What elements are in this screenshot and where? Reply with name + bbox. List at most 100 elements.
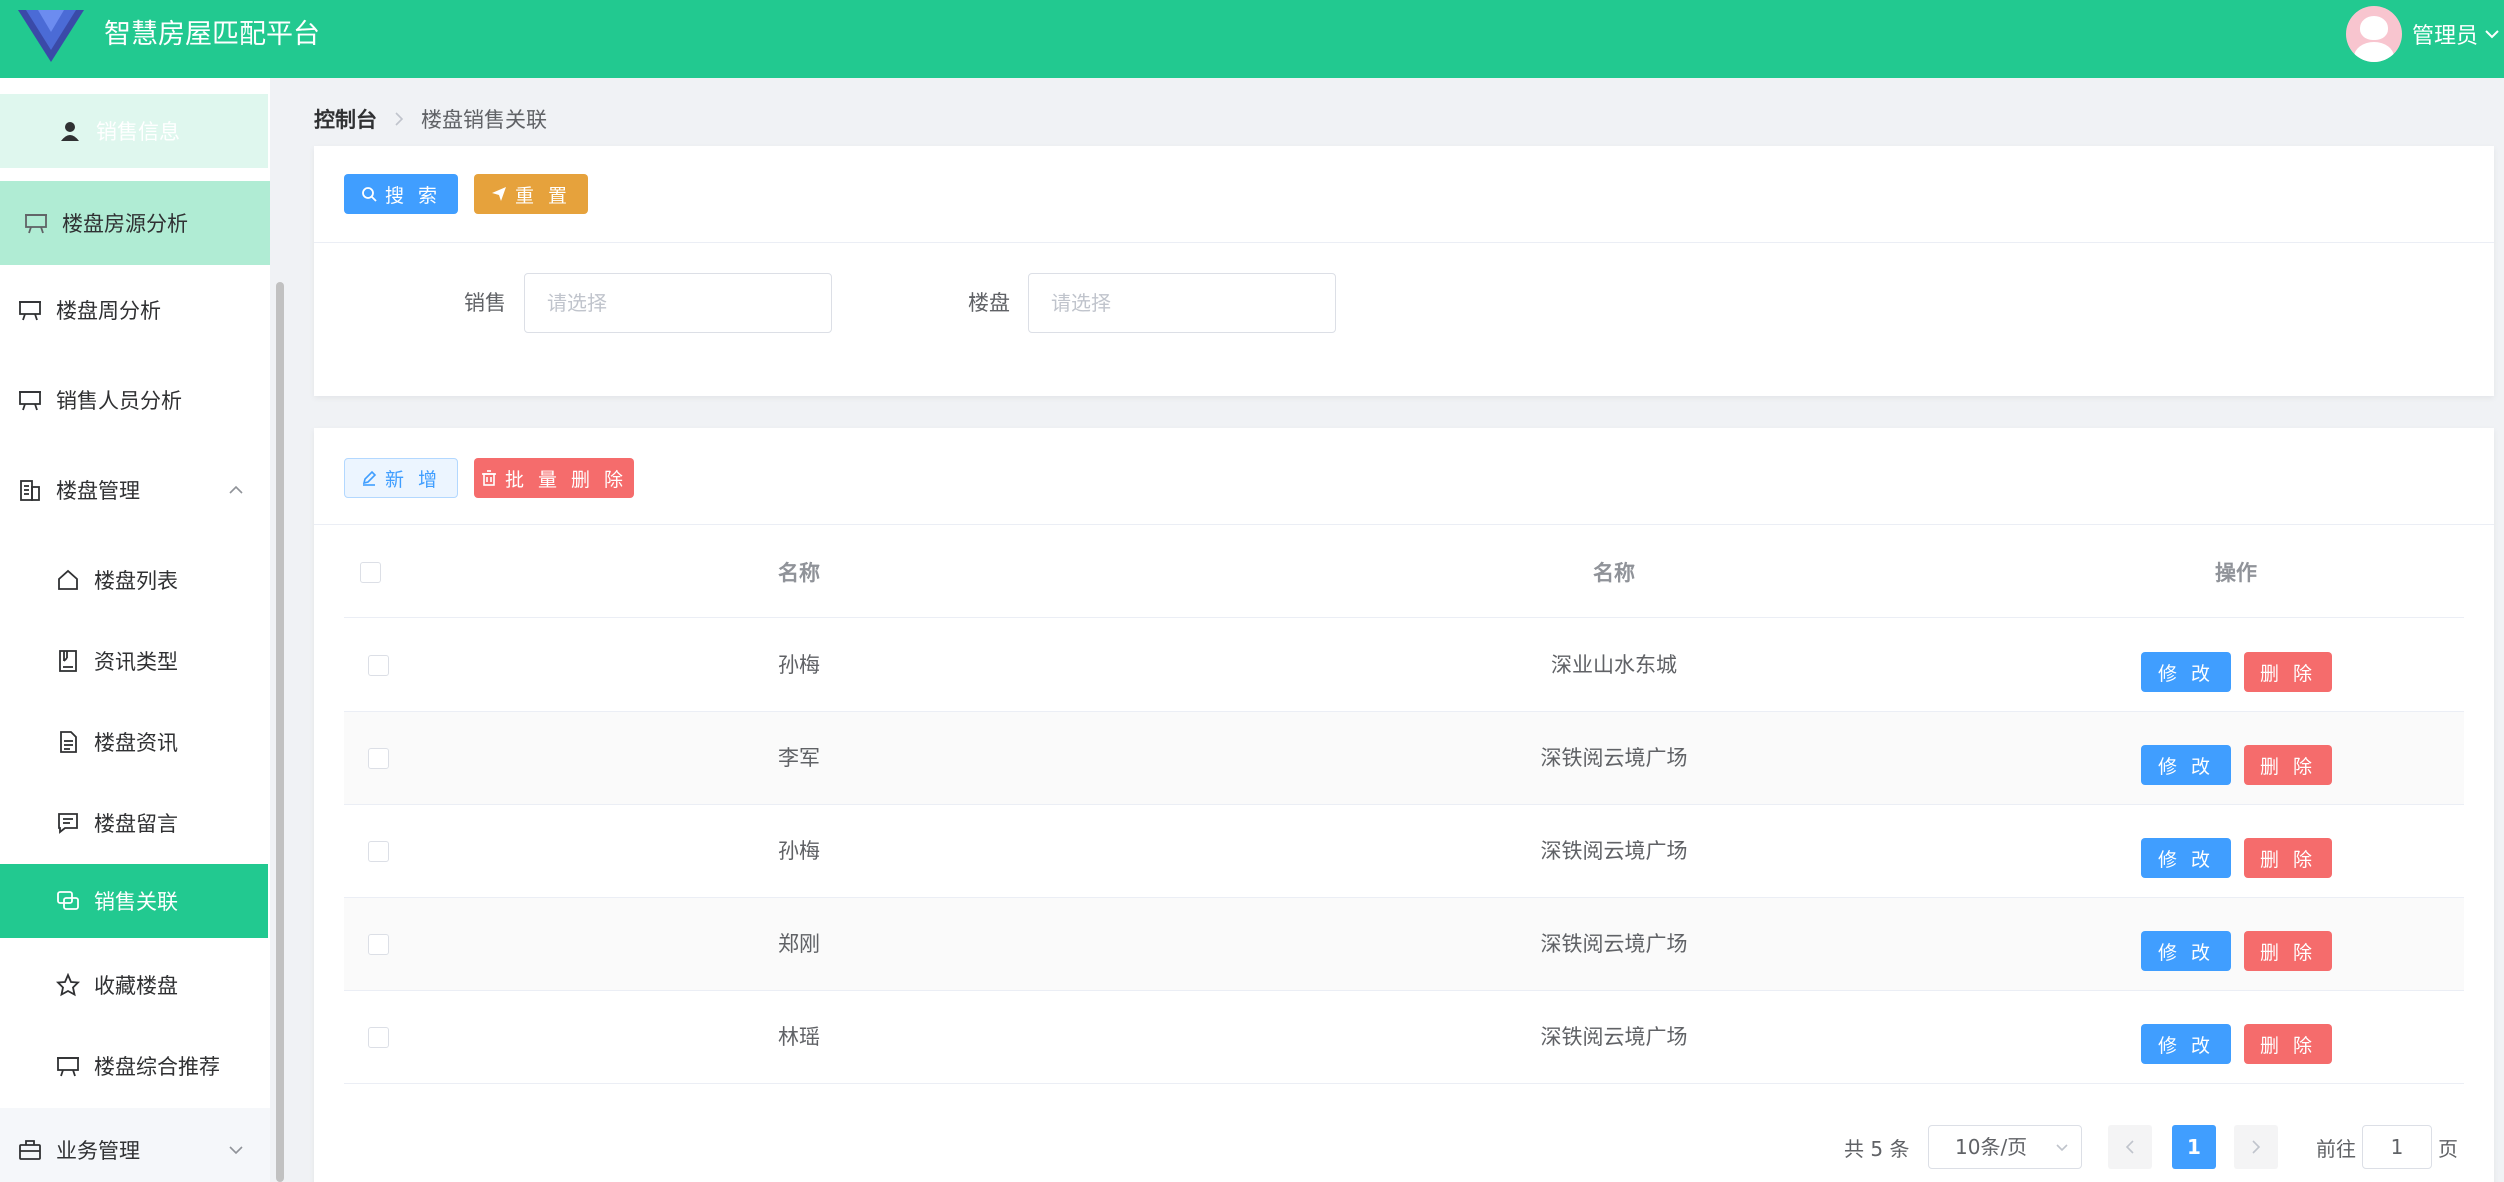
page-size-select[interactable]: 10条/页 [1928, 1125, 2082, 1169]
select-all-checkbox[interactable] [360, 562, 381, 583]
goto-page-input[interactable]: 1 [2362, 1125, 2432, 1169]
delete-button[interactable]: 删 除 [2244, 838, 2332, 878]
row-checkbox[interactable] [368, 841, 389, 862]
table-panel: 新 增 批 量 删 除 名称 名称 操作 孙梅 深业山水东城 修 改 删 除 李… [314, 428, 2494, 1182]
sidebar-item-loupan-week[interactable]: 楼盘周分析 [0, 268, 270, 352]
cell-name: 林瑶 [778, 1025, 820, 1049]
sidebar-item-label: 楼盘周分析 [56, 299, 161, 323]
sidebar-item-label: 销售信息 [96, 120, 180, 144]
chevron-down-icon [2485, 30, 2499, 39]
edit-button[interactable]: 修 改 [2141, 652, 2231, 692]
page-suffix-label: 页 [2438, 1136, 2458, 1161]
top-header: 智慧房屋匹配平台 管理员 [0, 0, 2504, 78]
user-icon [56, 117, 84, 145]
breadcrumb: 控制台 楼盘销售关联 [314, 104, 547, 134]
presentation-icon [22, 209, 50, 237]
sidebar-item-label: 销售人员分析 [56, 389, 182, 413]
divider [314, 242, 2494, 243]
goto-label: 前往 [2316, 1136, 2356, 1161]
sidebar: 销售信息 楼盘房源分析 楼盘周分析 销售人员分析 楼盘管理 楼盘列表 资讯类型 … [0, 78, 270, 1182]
cell-name: 孙梅 [778, 653, 820, 677]
sidebar-item-sales-staff[interactable]: 销售人员分析 [0, 358, 270, 442]
chat-dot-icon [54, 887, 82, 915]
star-icon [54, 971, 82, 999]
row-checkbox[interactable] [368, 748, 389, 769]
sidebar-item-label: 销售关联 [94, 890, 178, 914]
sale-filter-label: 销售 [464, 291, 506, 315]
cell-name: 孙梅 [778, 839, 820, 863]
sidebar-item-label: 资讯类型 [94, 650, 178, 674]
sidebar-item-loupan-manage[interactable]: 楼盘管理 [0, 448, 270, 532]
edit-button[interactable]: 修 改 [2141, 931, 2231, 971]
app-title: 智慧房屋匹配平台 [104, 19, 320, 50]
cell-loupan: 深业山水东城 [1551, 653, 1677, 677]
notebook-icon [54, 647, 82, 675]
cell-loupan: 深铁阅云境广场 [1540, 746, 1688, 770]
building-icon [16, 476, 44, 504]
row-checkbox[interactable] [368, 934, 389, 955]
table-row: 郑刚 深铁阅云境广场 修 改 删 除 [344, 898, 2464, 991]
search-icon [361, 186, 377, 202]
sidebar-item-sale-info[interactable]: 销售信息 [0, 94, 268, 168]
breadcrumb-separator-icon [393, 107, 405, 131]
batch-delete-button[interactable]: 批 量 删 除 [474, 458, 634, 498]
edit-button[interactable]: 修 改 [2141, 745, 2231, 785]
presentation-icon [16, 296, 44, 324]
sidebar-item-recommend[interactable]: 楼盘综合推荐 [0, 1026, 270, 1106]
row-checkbox[interactable] [368, 1027, 389, 1048]
column-header-actions: 操作 [2215, 561, 2257, 585]
column-header-loupan: 名称 [1593, 561, 1635, 585]
sidebar-item-loupan-news[interactable]: 楼盘资讯 [0, 702, 270, 782]
delete-button[interactable]: 删 除 [2244, 652, 2332, 692]
edit-button[interactable]: 修 改 [2141, 838, 2231, 878]
divider [314, 524, 2494, 525]
loupan-filter-label: 楼盘 [968, 291, 1010, 315]
search-button[interactable]: 搜 索 [344, 174, 458, 214]
sidebar-item-label: 楼盘列表 [94, 569, 178, 593]
avatar[interactable] [2345, 6, 2402, 62]
sidebar-scrollbar[interactable] [276, 282, 284, 1182]
edit-button[interactable]: 修 改 [2141, 1024, 2231, 1064]
user-menu[interactable]: 管理员 [2345, 6, 2504, 62]
breadcrumb-home[interactable]: 控制台 [314, 104, 377, 134]
next-page-button[interactable] [2234, 1125, 2278, 1169]
cell-loupan: 深铁阅云境广场 [1540, 1025, 1688, 1049]
presentation-icon [16, 386, 44, 414]
sidebar-item-label: 楼盘管理 [56, 479, 140, 503]
sidebar-item-label: 楼盘房源分析 [62, 212, 188, 236]
row-checkbox[interactable] [368, 655, 389, 676]
reset-button[interactable]: 重 置 [474, 174, 588, 214]
cell-name: 郑刚 [778, 932, 820, 956]
sale-select[interactable]: 请选择 [524, 273, 832, 333]
page-number-current[interactable]: 1 [2172, 1125, 2216, 1169]
sidebar-item-loupan-list[interactable]: 楼盘列表 [0, 540, 270, 620]
delete-button[interactable]: 删 除 [2244, 745, 2332, 785]
delete-button[interactable]: 删 除 [2244, 1024, 2332, 1064]
sidebar-item-favorite[interactable]: 收藏楼盘 [0, 945, 270, 1025]
table-row: 李军 深铁阅云境广场 修 改 删 除 [344, 712, 2464, 805]
chevron-down-icon [2055, 1126, 2069, 1168]
prev-page-button[interactable] [2108, 1125, 2152, 1169]
sidebar-item-loupan-message[interactable]: 楼盘留言 [0, 783, 270, 863]
table-row: 林瑶 深铁阅云境广场 修 改 删 除 [344, 991, 2464, 1084]
trash-icon [481, 470, 497, 486]
sidebar-item-label: 收藏楼盘 [94, 974, 178, 998]
cell-loupan: 深铁阅云境广场 [1540, 839, 1688, 863]
table-header: 名称 名称 操作 [344, 528, 2464, 618]
document-icon [54, 728, 82, 756]
briefcase-icon [16, 1136, 44, 1164]
column-header-name: 名称 [778, 561, 820, 585]
sidebar-item-business[interactable]: 业务管理 [0, 1108, 270, 1182]
sidebar-item-sale-relation[interactable]: 销售关联 [0, 864, 268, 938]
sidebar-item-loupan-fangyuan[interactable]: 楼盘房源分析 [0, 181, 270, 265]
chevron-down-icon [229, 1146, 243, 1155]
breadcrumb-current: 楼盘销售关联 [421, 108, 547, 132]
house-icon [54, 566, 82, 594]
sidebar-item-label: 业务管理 [56, 1139, 140, 1163]
add-button[interactable]: 新 增 [344, 458, 458, 498]
sidebar-item-info-type[interactable]: 资讯类型 [0, 621, 270, 701]
cell-name: 李军 [778, 746, 820, 770]
loupan-select[interactable]: 请选择 [1028, 273, 1336, 333]
delete-button[interactable]: 删 除 [2244, 931, 2332, 971]
cell-loupan: 深铁阅云境广场 [1540, 932, 1688, 956]
